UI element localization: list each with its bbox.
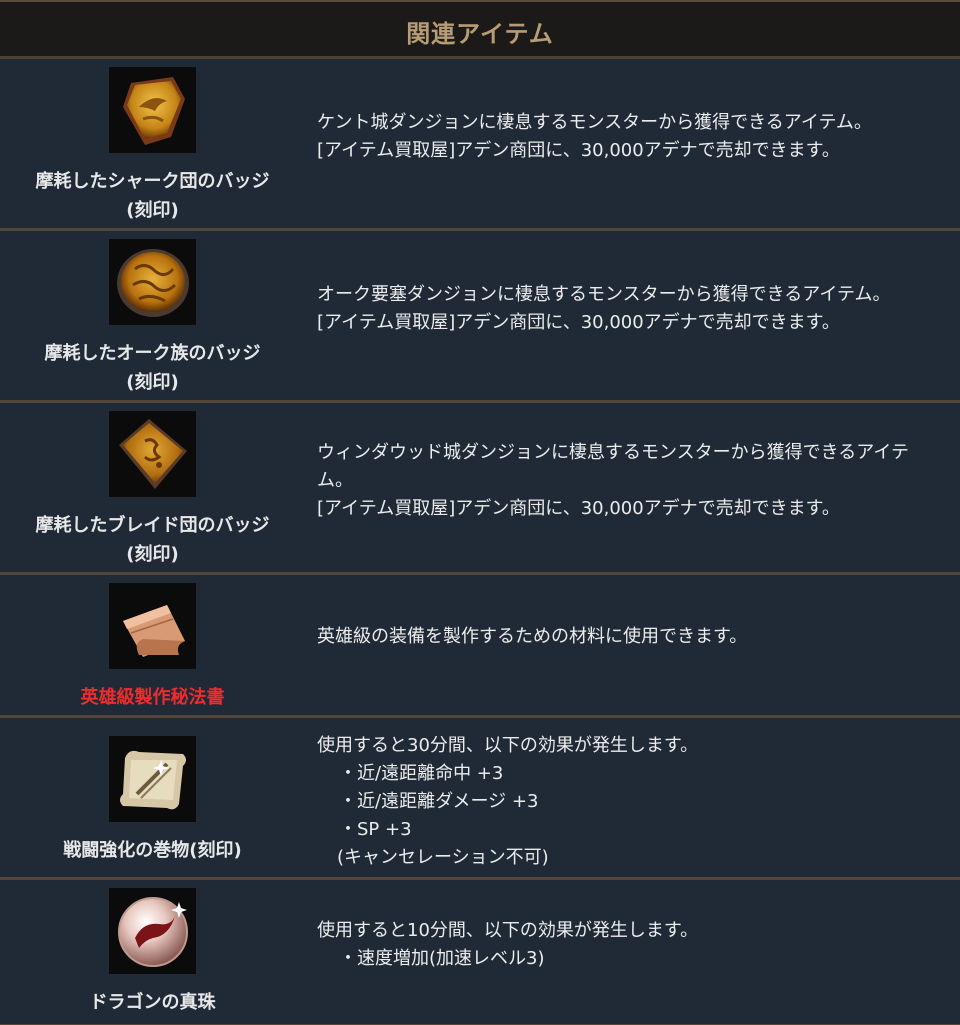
blade-badge-icon[interactable] [109, 411, 196, 497]
item-row: 英雄級製作秘法書 英雄級の装備を製作するための材料に使用できます。 [0, 575, 960, 718]
section-title: 関連アイテム [406, 19, 554, 48]
item-cell[interactable]: 摩耗したオーク族のバッジ (刻印) [0, 231, 305, 400]
item-cell[interactable]: 摩耗したブレイド団のバッジ (刻印) [0, 403, 305, 572]
item-name[interactable]: 摩耗したシャーク団のバッジ (刻印) [36, 167, 270, 225]
battle-scroll-icon[interactable] [109, 736, 196, 822]
section-header: 関連アイテム [0, 2, 960, 59]
item-description: オーク要塞ダンジョンに棲息するモンスターから獲得できるアイテム。 [アイテム買取… [317, 283, 891, 333]
item-name[interactable]: 摩耗したブレイド団のバッジ (刻印) [36, 511, 270, 569]
item-description: 英雄級の装備を製作するための材料に使用できます。 [317, 626, 748, 647]
item-name[interactable]: ドラゴンの真珠 [90, 988, 216, 1017]
related-items-panel: 関連アイテム 摩耗したシャーク団のバッジ (刻印) ケント城ダンジョンに棲息する… [0, 0, 960, 1025]
orc-badge-icon[interactable] [109, 239, 196, 325]
item-row: 戦闘強化の巻物(刻印) 使用すると30分間、以下の効果が発生します。 ・近/遠距… [0, 718, 960, 880]
item-description: ケント城ダンジョンに棲息するモンスターから獲得できるアイテム。 [アイテム買取屋… [317, 111, 872, 161]
item-name[interactable]: 英雄級製作秘法書 [81, 683, 225, 712]
item-description: 使用すると30分間、以下の効果が発生します。 ・近/遠距離命中 +3 ・近/遠距… [317, 735, 699, 868]
item-row: 摩耗したオーク族のバッジ (刻印) オーク要塞ダンジョンに棲息するモンスターから… [0, 231, 960, 403]
scroll-icon[interactable] [109, 583, 196, 669]
shark-badge-icon[interactable] [109, 67, 196, 153]
item-cell[interactable]: ドラゴンの真珠 [0, 880, 305, 1024]
item-name[interactable]: 戦闘強化の巻物(刻印) [63, 836, 241, 865]
item-row: 摩耗したブレイド団のバッジ (刻印) ウィンダウッド城ダンジョンに棲息するモンス… [0, 403, 960, 575]
item-row: 摩耗したシャーク団のバッジ (刻印) ケント城ダンジョンに棲息するモンスターから… [0, 59, 960, 231]
item-description: ウィンダウッド城ダンジョンに棲息するモンスターから獲得できるアイテ ム。 [アイ… [317, 441, 910, 519]
item-row: ドラゴンの真珠 使用すると10分間、以下の効果が発生します。 ・速度増加(加速レ… [0, 880, 960, 1025]
item-name[interactable]: 摩耗したオーク族のバッジ (刻印) [45, 339, 261, 397]
item-cell[interactable]: 戦闘強化の巻物(刻印) [0, 718, 305, 877]
item-description: 使用すると10分間、以下の効果が発生します。 ・速度増加(加速レベル3) [317, 920, 699, 969]
item-cell[interactable]: 摩耗したシャーク団のバッジ (刻印) [0, 59, 305, 228]
dragon-pearl-icon[interactable] [109, 888, 196, 974]
item-cell[interactable]: 英雄級製作秘法書 [0, 575, 305, 715]
